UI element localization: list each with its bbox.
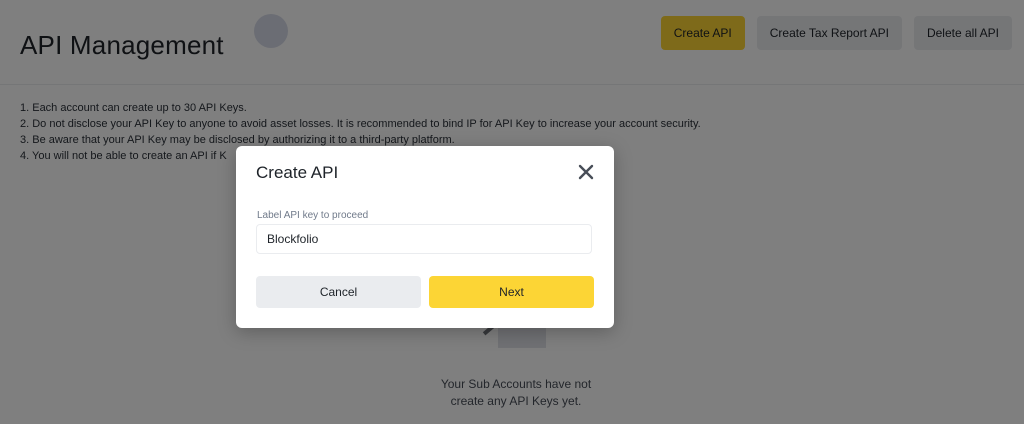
close-button[interactable]: [574, 160, 598, 184]
api-label-field-label: Label API key to proceed: [257, 210, 369, 221]
api-label-input[interactable]: [256, 224, 592, 254]
close-icon: [578, 164, 594, 180]
next-button[interactable]: Next: [429, 276, 594, 308]
create-api-dialog: Create API Label API key to proceed Canc…: [236, 146, 614, 328]
dialog-title: Create API: [256, 163, 339, 182]
cancel-button[interactable]: Cancel: [256, 276, 421, 308]
